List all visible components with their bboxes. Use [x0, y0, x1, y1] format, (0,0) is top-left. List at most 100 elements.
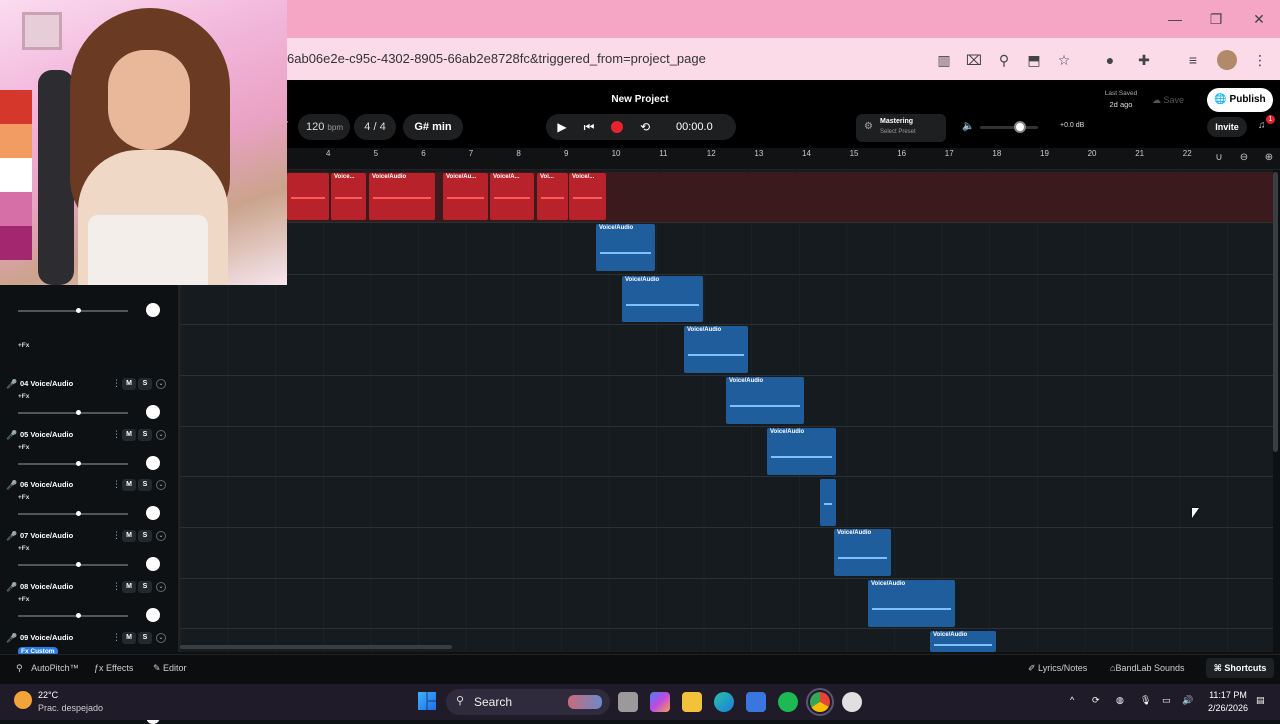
file-explorer-icon[interactable]: [682, 692, 702, 712]
invite-button[interactable]: Invite: [1207, 117, 1247, 137]
fx-button[interactable]: +Fx: [18, 545, 29, 552]
track-name[interactable]: 04 Voice/Audio: [20, 379, 73, 388]
audio-clip-red[interactable]: Voice/Au...: [443, 173, 488, 220]
audio-clip-blue[interactable]: Voice/Audio: [684, 326, 748, 373]
headset-icon[interactable]: ◍: [1116, 695, 1124, 706]
microphone-icon[interactable]: 🎤: [6, 633, 17, 643]
close-icon[interactable]: ✕: [1250, 10, 1268, 28]
magnet-icon[interactable]: ∪: [1212, 152, 1226, 166]
clock-date[interactable]: 2/26/2026: [1202, 703, 1254, 713]
sync-icon[interactable]: ⟳: [1092, 695, 1100, 706]
project-title[interactable]: New Project: [560, 94, 720, 105]
loop-icon[interactable]: ⟲: [637, 119, 653, 135]
pan-knob[interactable]: [146, 404, 160, 419]
audio-clip-red[interactable]: Voice/A...: [490, 173, 534, 220]
pan-knob[interactable]: [146, 303, 160, 317]
tray-chevron-icon[interactable]: ^: [1070, 695, 1074, 705]
volume-slider[interactable]: [18, 310, 128, 312]
weather-icon[interactable]: [14, 691, 32, 709]
fx-button[interactable]: +Fx: [18, 596, 29, 603]
audio-clip-red[interactable]: Voice/...: [569, 173, 606, 220]
lyrics-notes-button[interactable]: ✐ Lyrics/Notes: [1028, 663, 1087, 674]
zoom-in-icon[interactable]: ⊕: [1262, 152, 1276, 166]
audio-clip-blue[interactable]: Voice/Audio: [834, 529, 891, 576]
browser-menu-icon[interactable]: ⋮: [1250, 50, 1270, 70]
mute-button[interactable]: M: [122, 428, 136, 441]
shortcuts-button[interactable]: ⌘ Shortcuts: [1206, 658, 1274, 678]
track-more-icon[interactable]: ⋮: [112, 479, 121, 490]
copilot-icon[interactable]: [650, 692, 670, 712]
zoom-out-icon[interactable]: ⊖: [1237, 152, 1251, 166]
chevron-down-icon[interactable]: ⌄: [156, 582, 166, 592]
mic-icon[interactable]: 🎙: [1140, 695, 1151, 706]
microphone-icon[interactable]: 🎤: [6, 379, 17, 389]
taskbar-search[interactable]: ⚲ Search: [446, 689, 610, 715]
volume-slider[interactable]: [18, 462, 128, 465]
track-more-icon[interactable]: ⋮: [112, 429, 121, 440]
pan-knob[interactable]: [146, 608, 160, 622]
mute-button[interactable]: M: [122, 479, 136, 492]
play-icon[interactable]: ▶: [554, 119, 570, 135]
key-control[interactable]: G# min: [403, 114, 463, 140]
volume-icon[interactable]: 🔊: [1182, 695, 1193, 706]
save-button[interactable]: ☁ Save: [1152, 95, 1184, 106]
solo-button[interactable]: S: [138, 631, 152, 644]
media-control-icon[interactable]: ≡: [1183, 50, 1203, 70]
extension-color-icon[interactable]: ●: [1100, 50, 1120, 70]
chevron-down-icon[interactable]: ⌄: [156, 632, 166, 643]
edge-icon[interactable]: [714, 692, 734, 712]
volume-slider[interactable]: [18, 513, 128, 516]
audio-clip-red[interactable]: [287, 173, 329, 220]
audio-clip-blue[interactable]: Voice/Audio: [596, 224, 655, 271]
app-icon[interactable]: [842, 692, 862, 712]
track-more-icon[interactable]: ⋮: [112, 378, 121, 389]
pan-knob[interactable]: [146, 455, 160, 470]
solo-button[interactable]: S: [138, 479, 152, 492]
timeline-ruler[interactable]: [180, 148, 1280, 170]
master-volume-slider[interactable]: [980, 126, 1038, 129]
weather-temp[interactable]: 22°C: [38, 690, 58, 700]
chevron-down-icon[interactable]: ⌄: [156, 378, 166, 389]
profile-avatar-icon[interactable]: [1217, 50, 1237, 70]
mute-button[interactable]: M: [122, 631, 136, 644]
effects-button[interactable]: ƒx Effects: [94, 663, 133, 673]
track-column-divider[interactable]: [178, 285, 180, 652]
horizontal-scrollbar[interactable]: [180, 645, 452, 649]
autopitch-button[interactable]: ⚲ AutoPitch™: [16, 663, 79, 674]
track-name[interactable]: 08 Voice/Audio: [20, 582, 73, 591]
track-more-icon[interactable]: ⋮: [112, 632, 121, 643]
microphone-icon[interactable]: 🎤: [6, 430, 17, 440]
publish-button[interactable]: 🌐 Publish: [1207, 88, 1273, 112]
audio-clip-red[interactable]: Voi...: [537, 173, 568, 220]
microphone-icon[interactable]: 🎤: [6, 480, 17, 490]
solo-button[interactable]: S: [138, 428, 152, 441]
clock-time[interactable]: 11:17 PM: [1206, 690, 1250, 700]
bandlab-sounds-button[interactable]: ⌂BandLab Sounds: [1110, 663, 1185, 673]
audio-clip-blue[interactable]: [820, 479, 836, 526]
fx-button[interactable]: +Fx: [18, 444, 29, 451]
chrome-icon[interactable]: [806, 688, 834, 716]
record-button[interactable]: [611, 121, 623, 133]
store-icon[interactable]: [746, 692, 766, 712]
volume-slider-knob[interactable]: [76, 409, 81, 415]
translate-icon[interactable]: ⌧: [964, 50, 984, 70]
audio-clip-red[interactable]: Voice/Audio: [369, 173, 435, 220]
display-icon[interactable]: ▭: [1162, 695, 1171, 706]
volume-slider-knob[interactable]: [76, 460, 81, 466]
install-icon[interactable]: ⬒: [1024, 50, 1044, 70]
url-field[interactable]: 6ab06e2e-c95c-4302-8905-66ab2e8728fc&tri…: [287, 51, 706, 66]
notification-center-icon[interactable]: ▤: [1256, 695, 1265, 706]
track-more-icon[interactable]: ⋮: [112, 530, 121, 541]
track-name[interactable]: 07 Voice/Audio: [20, 531, 73, 540]
volume-slider[interactable]: [18, 411, 128, 414]
audio-clip-blue[interactable]: Voice/Audio: [622, 276, 703, 322]
audio-clip-blue[interactable]: Voice/Audio: [767, 428, 836, 475]
audio-clip-blue[interactable]: Voice/Audio: [726, 377, 804, 424]
restore-icon[interactable]: ❐: [1207, 10, 1225, 28]
solo-button[interactable]: S: [138, 530, 152, 543]
microphone-icon[interactable]: 🎤: [6, 531, 17, 541]
solo-button[interactable]: S: [138, 581, 152, 593]
microphone-icon[interactable]: 🎤: [6, 582, 17, 592]
vertical-scrollbar[interactable]: [1273, 172, 1278, 452]
volume-slider[interactable]: [18, 615, 128, 617]
